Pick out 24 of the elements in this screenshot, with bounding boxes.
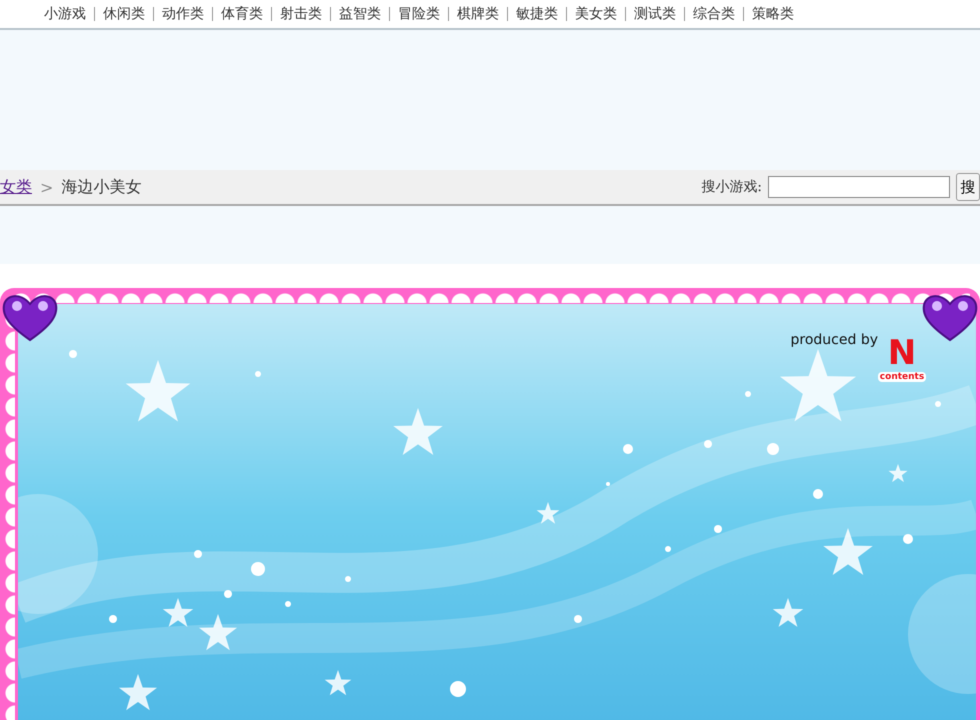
- search-label: 搜小游戏:: [701, 178, 762, 196]
- nav-link[interactable]: 棋牌类: [449, 5, 507, 23]
- nav-link[interactable]: 动作类: [154, 5, 212, 23]
- breadcrumb-link[interactable]: 女类: [0, 176, 32, 198]
- nav-link[interactable]: 策略类: [744, 5, 802, 23]
- heart-icon: [0, 292, 60, 342]
- nav-link[interactable]: 美女类: [567, 5, 625, 23]
- heart-icon: [920, 292, 980, 342]
- nav-link[interactable]: 敏捷类: [508, 5, 566, 23]
- nav-link[interactable]: 休闲类: [95, 5, 153, 23]
- logo-letter: N: [888, 334, 916, 372]
- breadcrumb-separator: >: [40, 178, 54, 196]
- nav-link[interactable]: 射击类: [272, 5, 330, 23]
- search-button[interactable]: 搜: [956, 173, 980, 201]
- nav-link[interactable]: 冒险类: [390, 5, 448, 23]
- nav-link[interactable]: 测试类: [626, 5, 684, 23]
- nav-link[interactable]: 综合类: [685, 5, 743, 23]
- credit-text: produced by: [790, 332, 878, 348]
- logo-caption: contents: [878, 372, 926, 382]
- nav-link[interactable]: 益智类: [331, 5, 389, 23]
- nav-link[interactable]: 小游戏: [36, 5, 94, 23]
- search-field[interactable]: [768, 176, 950, 198]
- nav-link[interactable]: 体育类: [213, 5, 271, 23]
- breadcrumb-current: 海边小美女: [61, 176, 142, 198]
